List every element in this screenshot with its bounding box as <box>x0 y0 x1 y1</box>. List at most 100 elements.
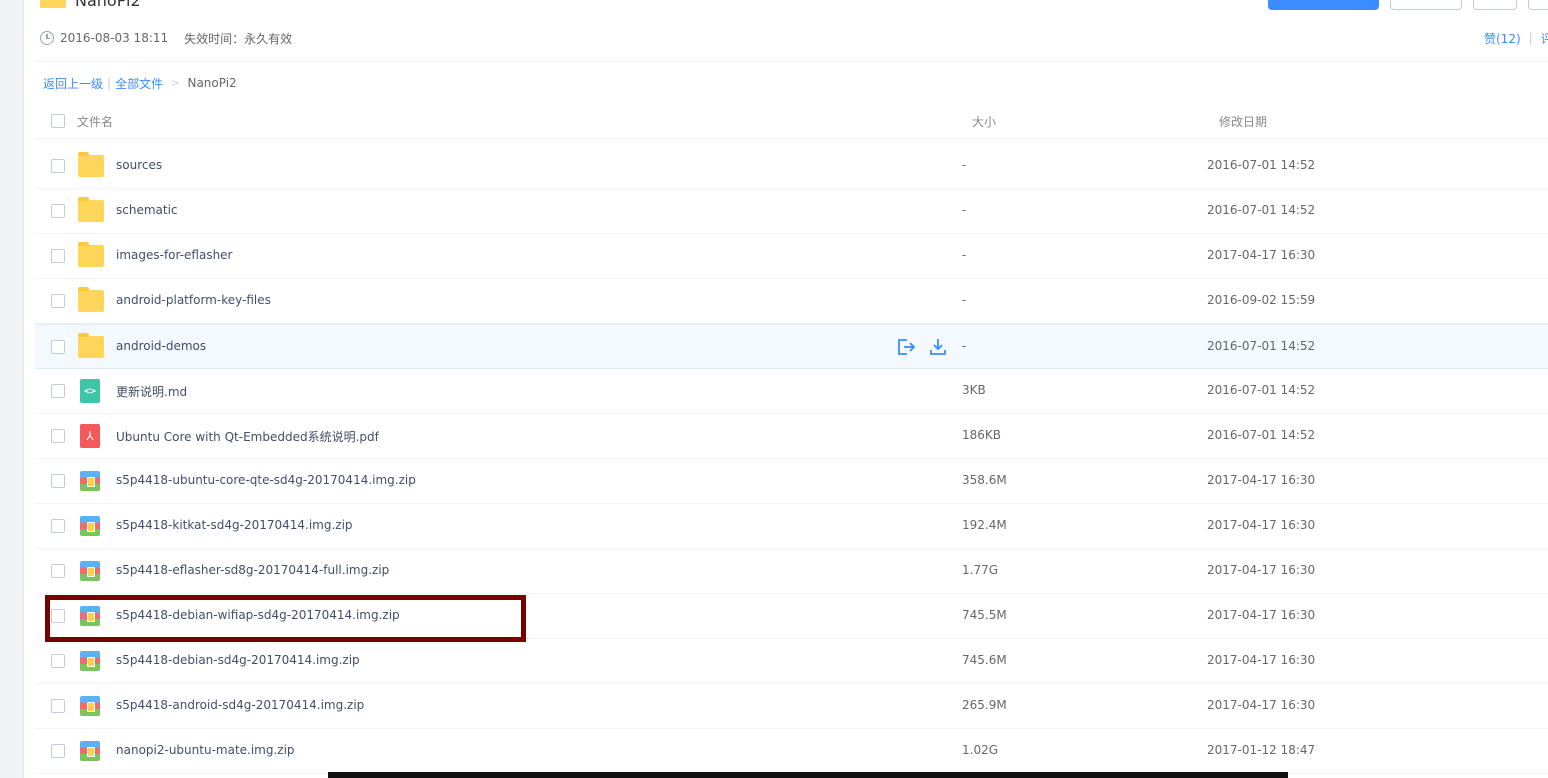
file-date: 2016-07-01 14:52 <box>1207 158 1316 172</box>
zip-file-icon <box>80 606 100 626</box>
breadcrumb-separator: | <box>107 76 112 90</box>
download-icon[interactable] <box>928 338 948 356</box>
download-button[interactable] <box>1390 0 1462 10</box>
file-size: 1.77G <box>962 563 999 577</box>
file-date: 2016-07-01 14:52 <box>1207 339 1316 353</box>
file-date: 2017-04-17 16:30 <box>1207 608 1316 622</box>
file-date: 2017-04-17 16:30 <box>1207 518 1316 532</box>
row-checkbox[interactable] <box>51 384 65 398</box>
row-checkbox[interactable] <box>51 249 65 263</box>
file-date: 2016-07-01 14:52 <box>1207 428 1316 442</box>
file-name[interactable]: s5p4418-kitkat-sd4g-20170414.img.zip <box>116 518 353 532</box>
file-name[interactable]: s5p4418-android-sd4g-20170414.img.zip <box>116 698 364 712</box>
file-name[interactable]: sources <box>116 158 162 172</box>
row-checkbox[interactable] <box>51 519 65 533</box>
file-size: 358.6M <box>962 473 1007 487</box>
row-checkbox[interactable] <box>51 699 65 713</box>
table-row[interactable]: android-demos - 2016-07-01 14:52 <box>35 324 1548 369</box>
file-size: - <box>962 203 967 217</box>
folder-icon <box>78 242 104 267</box>
row-checkbox[interactable] <box>51 294 65 308</box>
table-row[interactable]: nanopi2-ubuntu-mate.img.zip 1.02G 2017-0… <box>35 729 1548 774</box>
table-row[interactable]: sources - 2016-07-01 14:52 <box>35 144 1548 189</box>
file-name[interactable]: nanopi2-ubuntu-mate.img.zip <box>116 743 295 757</box>
column-header-name[interactable]: 文件名 <box>77 113 113 130</box>
file-date: 2017-04-17 16:30 <box>1207 698 1316 712</box>
folder-icon <box>78 333 104 358</box>
file-size: 3KB <box>962 383 986 397</box>
file-size: 745.6M <box>962 653 1007 667</box>
page-title: NanoPi2 <box>75 0 141 10</box>
file-name[interactable]: android-platform-key-files <box>116 293 271 307</box>
file-name[interactable]: s5p4418-eflasher-sd8g-20170414-full.img.… <box>116 563 389 577</box>
zip-file-icon <box>80 516 100 536</box>
table-row[interactable]: s5p4418-eflasher-sd8g-20170414-full.img.… <box>35 549 1548 594</box>
share-meta: 2016-08-03 18:11 失效时间：永久有效 <box>40 29 292 47</box>
zip-file-icon <box>80 696 100 716</box>
table-row[interactable]: images-for-eflasher - 2017-04-17 16:30 <box>35 234 1548 279</box>
table-row[interactable]: s5p4418-kitkat-sd4g-20170414.img.zip 192… <box>35 504 1548 549</box>
row-checkbox[interactable] <box>51 474 65 488</box>
save-to-cloud-button[interactable] <box>1268 0 1379 10</box>
zip-file-icon <box>80 561 100 581</box>
table-row[interactable]: s5p4418-ubuntu-core-qte-sd4g-20170414.im… <box>35 459 1548 504</box>
file-size: 192.4M <box>962 518 1007 532</box>
file-name[interactable]: android-demos <box>116 339 206 353</box>
clock-icon <box>40 31 54 45</box>
expire-time: 失效时间：永久有效 <box>184 31 293 46</box>
table-row[interactable]: s5p4418-debian-sd4g-20170414.img.zip 745… <box>35 639 1548 684</box>
all-files-link[interactable]: 全部文件 <box>115 75 163 92</box>
row-checkbox[interactable] <box>51 654 65 668</box>
separator: | <box>1528 31 1533 45</box>
created-time: 2016-08-03 18:11 <box>60 31 169 45</box>
folder-icon <box>78 152 104 177</box>
bottom-bar <box>328 772 1288 778</box>
row-checkbox[interactable] <box>51 429 65 443</box>
report-button[interactable] <box>1528 0 1548 10</box>
breadcrumb: 返回上一级 | 全部文件 > NanoPi2 <box>43 74 237 92</box>
file-date: 2016-09-02 15:59 <box>1207 293 1316 307</box>
more-button[interactable] <box>1473 0 1517 10</box>
row-checkbox[interactable] <box>51 340 65 354</box>
zip-file-icon <box>80 651 100 671</box>
file-size: - <box>962 339 967 353</box>
file-name[interactable]: s5p4418-debian-wifiap-sd4g-20170414.img.… <box>116 608 400 622</box>
file-name[interactable]: s5p4418-ubuntu-core-qte-sd4g-20170414.im… <box>116 473 416 487</box>
chevron-right-icon: > <box>171 77 180 89</box>
file-name[interactable]: Ubuntu Core with Qt-Embedded系统说明.pdf <box>116 428 379 445</box>
file-name[interactable]: images-for-eflasher <box>116 248 233 262</box>
column-header-size[interactable]: 大小 <box>972 113 996 130</box>
select-all-checkbox[interactable] <box>51 114 65 128</box>
table-row[interactable]: s5p4418-debian-wifiap-sd4g-20170414.img.… <box>35 594 1548 639</box>
zip-file-icon <box>80 741 100 761</box>
like-link[interactable]: 赞(12) <box>1484 30 1521 47</box>
share-actions: 赞(12) | 评 <box>1484 29 1548 47</box>
row-checkbox[interactable] <box>51 744 65 758</box>
file-date: 2016-07-01 14:52 <box>1207 383 1316 397</box>
row-checkbox[interactable] <box>51 204 65 218</box>
column-header-date[interactable]: 修改日期 <box>1219 113 1267 130</box>
file-date: 2017-04-17 16:30 <box>1207 653 1316 667</box>
folder-icon <box>78 287 104 312</box>
row-checkbox[interactable] <box>51 564 65 578</box>
file-name[interactable]: schematic <box>116 203 178 217</box>
code-file-icon: <> <box>80 379 100 403</box>
share-icon[interactable] <box>896 338 916 356</box>
table-row[interactable]: s5p4418-android-sd4g-20170414.img.zip 26… <box>35 684 1548 729</box>
table-row[interactable]: <> 更新说明.md 3KB 2016-07-01 14:52 <box>35 369 1548 414</box>
table-row[interactable]: android-platform-key-files - 2016-09-02 … <box>35 279 1548 324</box>
file-size: 265.9M <box>962 698 1007 712</box>
folder-icon <box>78 197 104 222</box>
comment-link[interactable]: 评 <box>1541 30 1548 47</box>
file-name[interactable]: 更新说明.md <box>116 383 187 400</box>
pdf-file-icon: ⅄ <box>80 424 100 448</box>
back-link[interactable]: 返回上一级 <box>43 75 103 92</box>
row-checkbox[interactable] <box>51 609 65 623</box>
table-row[interactable]: schematic - 2016-07-01 14:52 <box>35 189 1548 234</box>
file-name[interactable]: s5p4418-debian-sd4g-20170414.img.zip <box>116 653 360 667</box>
row-checkbox[interactable] <box>51 159 65 173</box>
left-sidebar-strip <box>0 0 24 778</box>
file-size: - <box>962 293 967 307</box>
file-date: 2017-04-17 16:30 <box>1207 248 1316 262</box>
table-row[interactable]: ⅄ Ubuntu Core with Qt-Embedded系统说明.pdf 1… <box>35 414 1548 459</box>
